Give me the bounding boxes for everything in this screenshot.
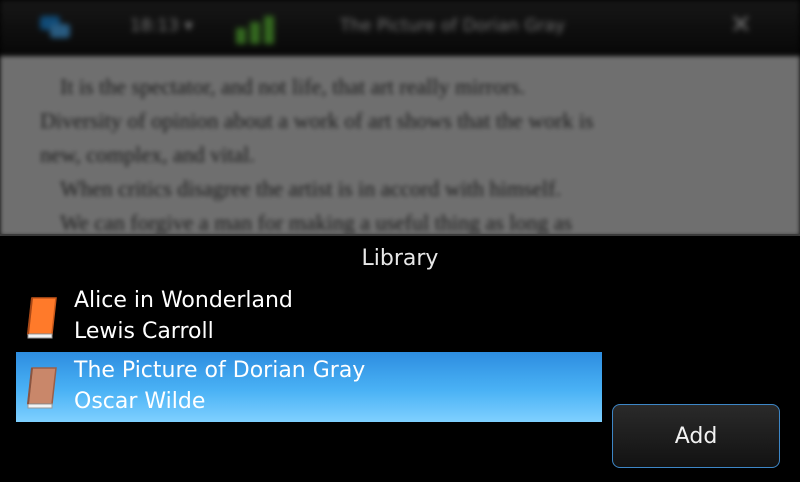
dim-overlay — [0, 0, 800, 236]
reader-background: 18:13 ▾ The Picture of Dorian Gray ✕ It … — [0, 0, 800, 236]
book-title: The Picture of Dorian Gray — [74, 358, 366, 383]
book-title: Alice in Wonderland — [74, 288, 293, 313]
book-author: Lewis Carroll — [74, 319, 214, 344]
book-author: Oscar Wilde — [74, 389, 206, 414]
dialog-title: Library — [361, 246, 439, 271]
book-item-alice[interactable]: Alice in Wonderland Lewis Carroll — [16, 282, 602, 352]
book-icon — [27, 297, 57, 339]
book-list: Alice in Wonderland Lewis Carroll The Pi… — [16, 282, 602, 422]
book-icon — [27, 367, 57, 409]
add-button[interactable]: Add — [612, 404, 780, 468]
book-item-dorian-gray[interactable]: The Picture of Dorian Gray Oscar Wilde — [16, 352, 602, 422]
